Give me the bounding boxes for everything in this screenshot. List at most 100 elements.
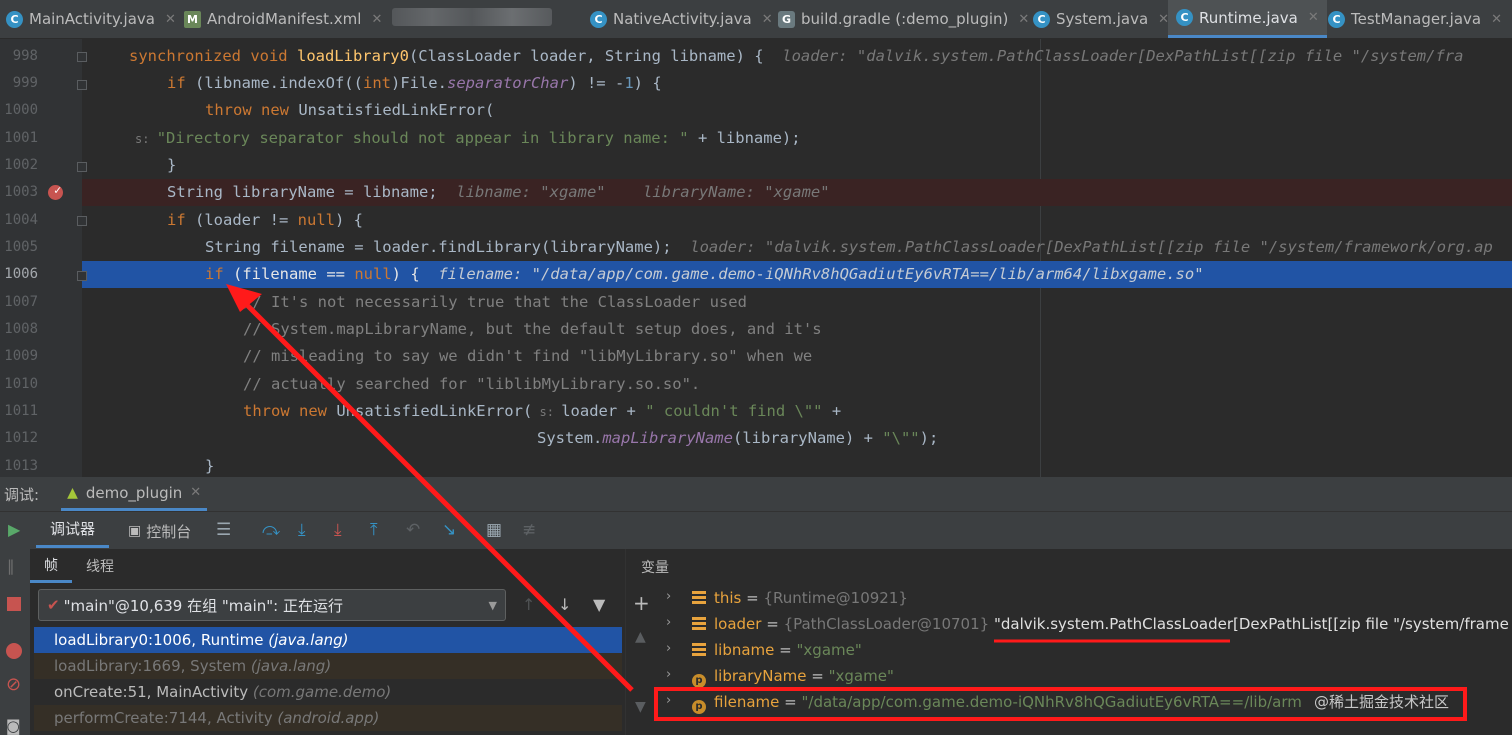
tab-main-activity[interactable]: C MainActivity.java ✕ [6,0,176,38]
java-class-icon: C [1176,9,1193,26]
frame-method: loadLibrary0:1006, Runtime [54,631,269,649]
step-out-icon[interactable]: ⤒ [370,520,378,540]
debug-session-tab[interactable]: ▲ demo_plugin ✕ [61,477,208,511]
frame-package: (java.lang) [268,631,349,649]
line-number: 1003 [4,184,38,200]
code-editor[interactable]: ✓ 998 999 1000 1001 1002 1003 1004 1005 … [0,39,1512,477]
code-line: throw new UnsatisfiedLinkError( s: loade… [243,402,842,420]
inline-debug-value: libname: "xgame" [456,183,606,201]
frame-package: (android.app) [277,709,380,727]
variable-row-this[interactable]: this = {Runtime@10921} [692,585,908,611]
thread-select[interactable]: ✔ "main"@10,639 在组 "main": 正在运行 ▼ [38,589,506,621]
line-number: 1005 [4,239,38,255]
code-line: } [167,156,177,174]
tab-system[interactable]: C System.java ✕ [1033,0,1169,38]
tab-test-manager[interactable]: C TestManager.java ✕ [1328,0,1502,38]
resume-icon[interactable]: ▶ [8,520,20,539]
camera-icon[interactable]: ◙ [6,717,21,735]
frames-panel: 帧 线程 ✔ "main"@10,639 在组 "main": 正在运行 ▼ ↑… [30,549,625,735]
view-breakpoints-icon[interactable] [6,643,22,659]
tab-build-gradle[interactable]: G build.gradle (:demo_plugin) ✕ [778,0,1029,38]
parameter-hint: s: [532,405,562,419]
mute-breakpoints-icon[interactable]: ⊘ [6,674,21,695]
trace-icon[interactable]: ≢ [522,520,536,540]
close-icon[interactable]: ✕ [1491,12,1502,27]
field-icon [692,591,706,605]
field-icon [692,643,706,657]
subtab-threads[interactable]: 线程 [72,556,128,576]
variable-row-filename[interactable]: p filename = "/data/app/com.game.demo-iQN… [692,689,1302,715]
line-number: 1008 [4,321,38,337]
java-class-icon: C [6,10,23,28]
filter-icon[interactable]: ▼ [593,595,605,614]
variable-row-libname[interactable]: libname = "xgame" [692,637,862,663]
code-line: String filename = loader.findLibrary(lib… [205,238,1493,256]
chevron-right-icon[interactable]: › [666,615,671,630]
field-icon [692,617,706,631]
close-icon[interactable]: ✕ [1018,12,1029,27]
line-number: 998 [12,48,38,64]
code-comment: // actually searched for "liblibMyLibrar… [243,375,701,393]
step-over-icon[interactable]: ⤼ [262,520,280,540]
chevron-down-icon: ▼ [488,598,497,612]
inline-debug-value: loader: "dalvik.system.PathClassLoader[D… [782,47,1464,65]
tab-label: Runtime.java [1199,8,1298,27]
add-watch-icon[interactable]: + [633,591,650,615]
line-number: 1010 [4,376,38,392]
tab-debugger[interactable]: 调试器 [36,512,110,548]
code-line: String libraryName = libname; libname: "… [167,183,830,201]
frame-row-selected[interactable]: loadLibrary0:1006, Runtime (java.lang) [34,627,622,653]
variables-panel: 变量 + ▲ ▼ › this = {Runtime@10921} › load… [625,549,1512,735]
parameter-icon: p [692,674,706,688]
step-into-icon[interactable]: ⤓ [298,520,306,540]
code-line: s: "Directory separator should not appea… [135,129,801,147]
menu-icon[interactable]: ☰ [216,520,231,540]
line-number: 1011 [4,403,38,419]
chevron-right-icon[interactable]: › [666,693,671,708]
line-number: 1004 [4,212,38,228]
chevron-right-icon[interactable]: › [666,641,671,656]
arrow-up-icon[interactable]: ▲ [635,629,646,645]
thread-check-icon: ✔ [47,596,60,614]
arrow-down-icon[interactable]: ↓ [558,595,571,614]
tab-label: TestManager.java [1351,10,1482,28]
line-number: 1001 [4,130,38,146]
line-number: 1002 [4,157,38,173]
arrow-up-icon[interactable]: ↑ [522,595,535,614]
arrow-down-icon[interactable]: ▼ [635,699,646,715]
tab-runtime[interactable]: C Runtime.java ✕ [1168,0,1327,38]
evaluate-expression-icon[interactable]: ▦ [486,520,502,540]
code-comment: // misleading to say we didn't find "lib… [243,347,813,365]
tab-android-manifest[interactable]: M AndroidManifest.xml ✕ [184,0,382,38]
close-icon[interactable]: ✕ [190,485,201,500]
tab-console[interactable]: ▣ 控制台 [128,512,191,550]
chevron-right-icon[interactable]: › [666,589,671,604]
thread-select-value: "main"@10,639 在组 "main": 正在运行 [63,596,343,615]
close-icon[interactable]: ✕ [165,12,176,27]
variable-row-loader[interactable]: loader = {PathClassLoader@10701} "dalvik… [692,611,1509,637]
stop-icon[interactable] [7,597,21,611]
code-line: if (libname.indexOf((int)File.separatorC… [167,74,662,92]
frame-method: loadLibrary:1669, System [54,657,251,675]
force-step-into-icon[interactable]: ⤓ [334,520,342,540]
watermark: @稀土掘金技术社区 [1314,693,1450,711]
variable-row-library-name[interactable]: p libraryName = "xgame" [692,663,894,689]
tab-label: MainActivity.java [29,10,155,28]
pause-icon[interactable]: ‖ [7,557,15,575]
frame-row[interactable]: onCreate:51, MainActivity (com.game.demo… [34,679,622,705]
close-icon[interactable]: ✕ [1308,10,1319,25]
code-line: throw new UnsatisfiedLinkError( [205,101,495,119]
tab-native-activity[interactable]: C NativeActivity.java ✕ [590,0,773,38]
frame-row[interactable]: performCreate:7144, Activity (android.ap… [34,705,622,731]
inline-debug-value: libraryName: "xgame" [642,183,830,201]
java-class-icon: C [1328,10,1345,28]
close-icon[interactable]: ✕ [371,12,382,27]
drop-frame-icon[interactable]: ↶ [406,520,420,540]
subtab-frames[interactable]: 帧 [30,549,72,583]
code-line: synchronized void loadLibrary0(ClassLoad… [129,47,1464,65]
close-icon[interactable]: ✕ [762,12,773,27]
run-to-cursor-icon[interactable]: ↘ [442,520,456,540]
chevron-right-icon[interactable]: › [666,667,671,682]
frame-row[interactable]: loadLibrary:1669, System (java.lang) [34,653,622,679]
tab-label: AndroidManifest.xml [207,10,362,28]
